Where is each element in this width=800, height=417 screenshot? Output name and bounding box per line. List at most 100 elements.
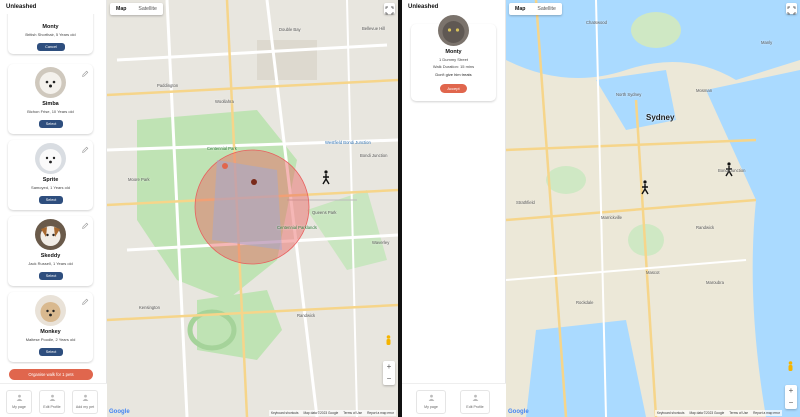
dog-list[interactable]: Monty British Shorthair, 5 Years old Can… [0,14,107,364]
request-note: Don't give him treats [435,72,472,77]
zoom-out-button[interactable]: − [383,373,395,385]
pegman-icon[interactable] [787,361,794,373]
zoom-control: + − [383,361,395,385]
person-icon [49,394,56,401]
map-type-satellite[interactable]: Satellite [132,3,162,15]
map-tiles [107,0,398,417]
map-label: Centennial Parklands [277,225,317,230]
dog-name: Monkey [40,329,61,335]
fullscreen-icon [787,6,796,15]
request-duration: Walk Duration: 15 mins [432,64,475,69]
map-label: Randwick [297,313,316,318]
fullscreen-button[interactable] [786,3,797,15]
dog-meta: Samoyed, 1 Years old [31,185,70,190]
request-dog-name: Monty [445,49,462,55]
map-label: Westfield Bondi Junction [325,140,371,145]
zoom-in-button[interactable]: + [785,385,797,397]
dog-meta: Maltese Poodle, 2 Years old [25,337,76,342]
report-error-link[interactable]: Report a map error [367,411,394,415]
select-button[interactable]: Select [39,272,63,280]
dog-card-monkey[interactable]: Monkey Maltese Poodle, 2 Years old Selec… [8,292,93,362]
map-label: Randwick [696,225,715,230]
fullscreen-icon [385,6,394,15]
map-label: Mascot [646,270,660,275]
map-label: Maroubra [706,280,724,285]
dog-avatar [35,219,66,250]
map-label: Chatswood [586,20,607,25]
map-label: Woollahra [215,99,234,104]
walk-map[interactable]: Paddington Woollahra Double Bay Bellevue… [107,0,398,417]
person-icon [16,394,23,401]
map-type-toggle: Map Satellite [509,3,562,15]
dog-name: Sprite [42,177,59,183]
tab-my-page[interactable]: My page [416,390,446,414]
walk-request-card[interactable]: Monty 1 Dummy Street Walk Duration: 15 m… [411,15,496,101]
select-button[interactable]: Select [39,196,63,204]
terms-link[interactable]: Terms of Use [729,411,748,415]
keyboard-shortcuts-link[interactable]: Keyboard shortcuts [271,411,298,415]
tab-label: Edit Profile [43,405,61,409]
map-label: Bondi Junction [718,168,746,173]
walker-map[interactable]: Sydney Manly Mosman North Sydney Chatswo… [506,0,800,417]
select-button[interactable]: Select [39,120,63,128]
organise-walk-button[interactable]: Organise walk for 1 pets [9,369,93,380]
tab-add-my-pet[interactable]: Add my pet [72,390,98,414]
walker-icon [641,180,649,195]
map-label: Bellevue Hill [362,26,386,31]
map-label: Mosman [696,88,713,93]
person-icon [472,394,479,401]
map-type-map[interactable]: Map [509,3,531,15]
dog-card-monty[interactable]: Monty British Shorthair, 5 Years old Can… [8,14,93,54]
edit-icon[interactable] [81,222,89,230]
map-label: Rockdale [576,300,594,305]
map-data-text: Map data ©2023 Google [689,411,725,415]
zoom-out-button[interactable]: − [785,397,797,409]
owner-sidebar: Unleashed Monty British Shorthair, 5 Yea… [0,0,107,417]
edit-icon[interactable] [81,146,89,154]
map-type-satellite[interactable]: Satellite [531,3,561,15]
map-label: Centennial Park [207,146,237,151]
map-type-map[interactable]: Map [110,3,132,15]
keyboard-shortcuts-link[interactable]: Keyboard shortcuts [657,411,684,415]
owner-screen: Unleashed Monty British Shorthair, 5 Yea… [0,0,398,417]
fullscreen-button[interactable] [384,3,395,15]
request-address: 1 Dummy Street [439,57,468,62]
map-label: Moore Park [128,177,150,182]
zoom-in-button[interactable]: + [383,361,395,373]
map-footer: Keyboard shortcuts Map data ©2023 Google… [655,410,782,416]
map-label: Sydney [646,113,675,122]
cancel-button[interactable]: Cancel [37,43,65,51]
tab-edit-profile[interactable]: Edit Profile [39,390,65,414]
edit-icon[interactable] [81,70,89,78]
accept-button[interactable]: Accept [440,84,467,93]
dog-meta: Jack Russell, 1 Years old [28,261,73,266]
edit-icon[interactable] [81,298,89,306]
person-icon [82,394,89,401]
map-label: Double Bay [279,27,301,32]
google-logo: Google [109,409,130,415]
dog-name: Monty [42,24,59,30]
terms-link[interactable]: Terms of Use [343,411,362,415]
zoom-control: + − [785,385,797,409]
map-label: Kensington [139,305,160,310]
dog-avatar [35,67,66,98]
map-label: Bondi Junction [360,153,388,158]
dog-card-simba[interactable]: Simba Bichon Frise, 10 Years old Select [8,64,93,134]
dog-name: Simba [42,101,59,107]
pegman-icon[interactable] [385,335,392,347]
map-label: Manly [761,40,773,45]
report-error-link[interactable]: Report a map error [753,411,780,415]
dog-card-sprite[interactable]: Sprite Samoyed, 1 Years old Select [8,140,93,210]
dog-meta: British Shorthair, 5 Years old [25,32,76,37]
app-title: Unleashed [6,4,37,10]
tab-edit-profile[interactable]: Edit Profile [460,390,490,414]
walker-screen: Unleashed Monty 1 Dummy Street Walk Dura… [402,0,800,417]
select-button[interactable]: Select [39,348,63,356]
dog-card-skeddy[interactable]: Skeddy Jack Russell, 1 Years old Select [8,216,93,286]
map-label: Waverley [372,240,390,245]
walker-icon [322,170,330,185]
tab-my-page[interactable]: My page [6,390,32,414]
tab-bar: My page Edit Profile Add my pet [0,383,107,417]
tab-label: Edit Profile [466,405,484,409]
tab-label: My page [424,405,438,409]
